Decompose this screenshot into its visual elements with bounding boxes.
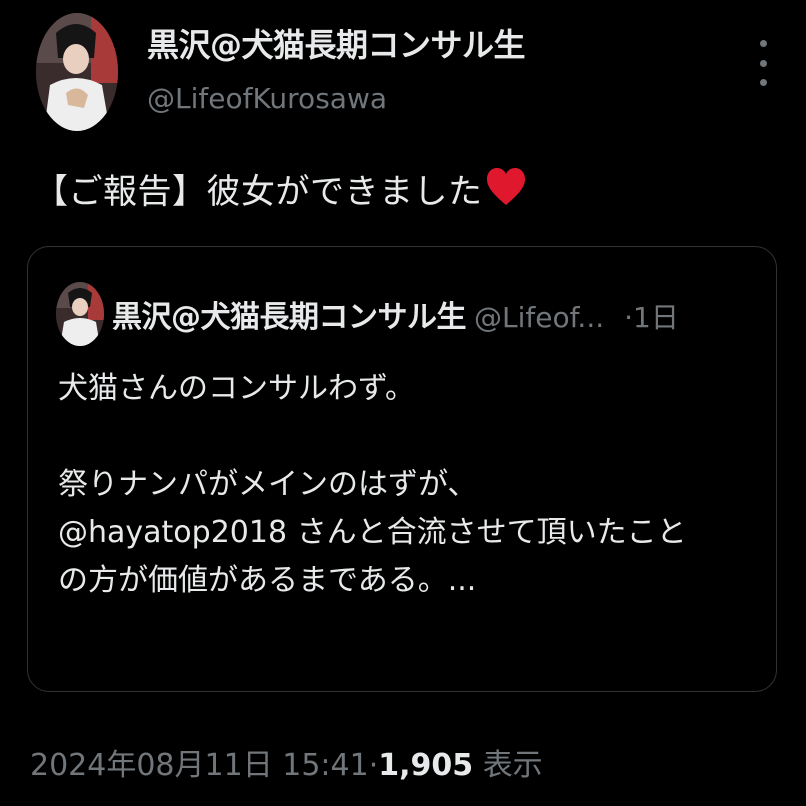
quoted-avatar-image [56, 282, 104, 346]
tweet-meta: 2024年08月11日 15:41·1,905 表示 [30, 740, 543, 784]
more-dot-icon [759, 79, 767, 86]
tweet-text: 【ご報告】彼女ができました [34, 164, 527, 213]
quoted-text-line: 犬猫さんのコンサルわず。 [58, 371, 415, 406]
views-count: 1,905 [378, 748, 474, 783]
quoted-author-avatar [56, 282, 104, 346]
quoted-text-line [58, 413, 758, 461]
quoted-author-handle: @Lifeof... [474, 301, 605, 334]
author-avatar[interactable] [36, 13, 118, 131]
more-options-button[interactable] [748, 40, 778, 86]
quoted-tweet-card[interactable]: 黒沢@犬猫長期コンサル生 @Lifeof... ·1日 犬猫さんのコンサルわず。 祭… [27, 246, 777, 692]
more-dot-icon [759, 40, 767, 47]
quoted-timestamp: 1日 [633, 301, 679, 334]
quoted-tweet-body: 犬猫さんのコンサルわず。 祭りナンパがメインのはずが、 @hayatop2018… [58, 365, 758, 605]
meta-separator: · [368, 748, 379, 783]
quoted-text-line: の方が価値があるまである。... [58, 563, 477, 598]
more-dot-icon [759, 59, 767, 67]
author-handle[interactable]: @LifeofKurosawa [147, 82, 387, 115]
tweet-timestamp[interactable]: 2024年08月11日 15:41 [30, 748, 369, 783]
tweet-text-content: 【ご報告】彼女ができました [34, 172, 483, 212]
author-display-name[interactable]: 黒沢@犬猫長期コンサル生 [147, 20, 526, 66]
quoted-tweet-header: 黒沢@犬猫長期コンサル生 @Lifeof... ·1日 [112, 292, 679, 336]
views-label: 表示 [482, 748, 543, 783]
heart-icon [486, 168, 525, 205]
quoted-separator: · [624, 301, 634, 334]
quoted-text-line: @hayatop2018 さんと合流させて頂いたこと [58, 515, 687, 550]
avatar-image [36, 13, 118, 131]
quoted-text-line: 祭りナンパがメインのはずが、 [58, 467, 478, 502]
quoted-author-display-name: 黒沢@犬猫長期コンサル生 [112, 300, 467, 335]
